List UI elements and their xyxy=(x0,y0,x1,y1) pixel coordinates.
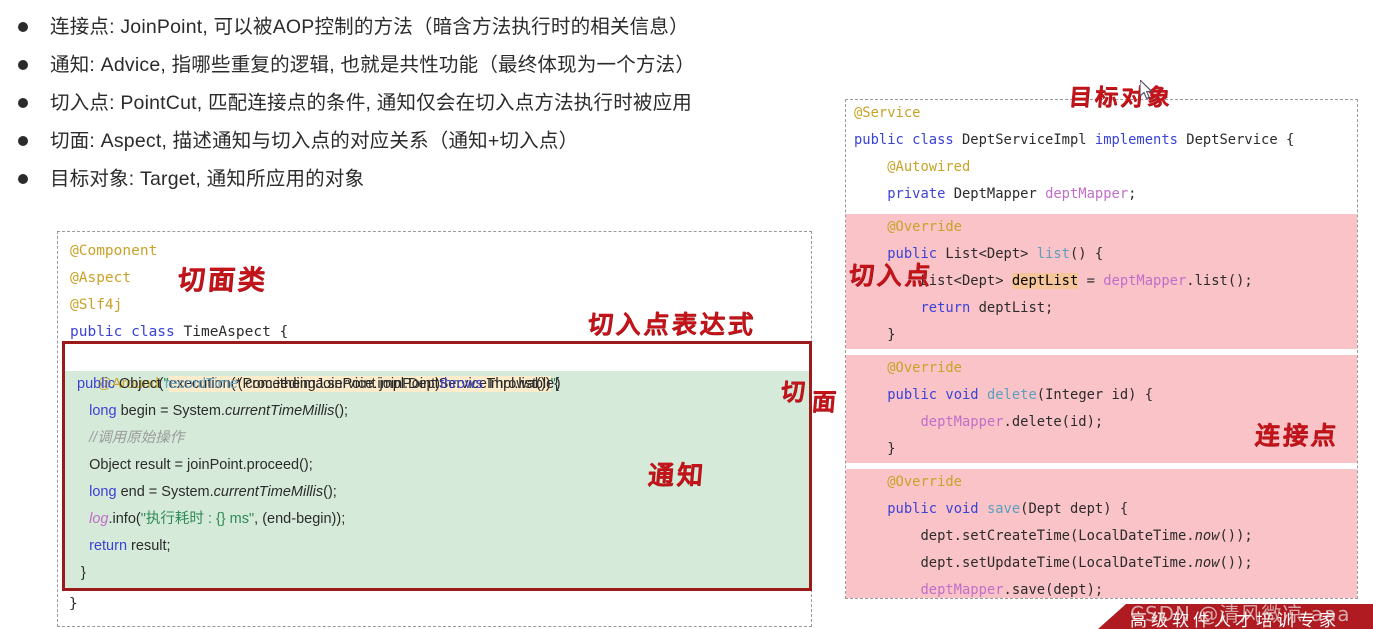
bullet-dot-icon xyxy=(18,60,28,70)
annotation-target-object: 目标对象 xyxy=(1067,85,1174,111)
list-item: 切面: Aspect, 描述通知与切入点的对应关系（通知+切入点） xyxy=(18,124,838,162)
annotation-pointcut: 切入点 xyxy=(847,261,935,290)
code-line-around-annotation: @Around("execution(* com.itheima.service… xyxy=(65,344,809,392)
bullet-dot-icon xyxy=(18,174,28,184)
code-line-begin: long begin = System.currentTimeMillis(); xyxy=(89,403,349,419)
annotation-join-point: 连接点 xyxy=(1253,421,1341,450)
list-item: 目标对象: Target, 通知所应用的对象 xyxy=(18,162,838,200)
code-line-class-decl: public class DeptServiceImpl implements … xyxy=(854,132,1295,148)
list-item: 切入点: PointCut, 匹配连接点的条件, 通知仅会在切入点方法执行时被应… xyxy=(18,86,838,124)
code-line-return-deptlist: return deptList; xyxy=(920,300,1054,316)
code-line-autowired-annotation: @Autowired xyxy=(854,159,971,175)
save-method-block: @Override public void save(Dept dept) { … xyxy=(846,469,1357,598)
code-line-save-body: deptMapper.save(dept); xyxy=(920,582,1104,598)
code-line-log-info: log.info("执行耗时 : {} ms", (end-begin)); xyxy=(89,511,346,527)
service-impl-code-panel: @Service public class DeptServiceImpl im… xyxy=(845,99,1358,599)
bullet-dot-icon xyxy=(18,22,28,32)
bullet-dot-icon xyxy=(18,98,28,108)
list-item: 连接点: JoinPoint, 可以被AOP控制的方法（暗含方法执行时的相关信息… xyxy=(18,10,838,48)
code-line-override-annotation: @Override xyxy=(854,474,962,490)
annotation-aspect-class: 切面类 xyxy=(176,265,270,296)
bullet-text: 切面: Aspect, 描述通知与切入点的对应关系（通知+切入点） xyxy=(50,130,579,152)
csdn-watermark: CSDN @清风微凉 aaa xyxy=(1130,602,1351,626)
code-line-comment: //调用原始操作 xyxy=(73,430,185,446)
code-line-delete-signature: public void delete(Integer id) { xyxy=(887,387,1154,403)
bullet-dot-icon xyxy=(18,136,28,146)
code-line-deptmapper-field: private DeptMapper deptMapper; xyxy=(887,186,1137,202)
code-line-class-close: } xyxy=(69,596,78,612)
code-line-method-close: } xyxy=(73,565,86,581)
list-item: 通知: Advice, 指哪些重复的逻辑, 也就是共性功能（最终体现为一个方法） xyxy=(18,48,838,86)
banner-notch-shape xyxy=(1098,604,1126,629)
annotation-aspect-char-1: 切 xyxy=(779,378,810,406)
concept-bullet-list: 连接点: JoinPoint, 可以被AOP控制的方法（暗含方法执行时的相关信息… xyxy=(18,10,838,200)
code-line-override-annotation: @Override xyxy=(854,219,962,235)
code-line-recordtime-signature: public Object recordTime(ProceedingJoinP… xyxy=(77,376,560,392)
annotation-aspect-char-2: 面 xyxy=(810,388,841,416)
code-line-return-result: return result; xyxy=(89,538,171,554)
code-line-setcreatetime: dept.setCreateTime(LocalDateTime.now()); xyxy=(854,528,1253,544)
bullet-text: 切入点: PointCut, 匹配连接点的条件, 通知仅会在切入点方法执行时被应… xyxy=(50,92,692,114)
code-line-list-close: } xyxy=(854,327,896,343)
bullet-text: 连接点: JoinPoint, 可以被AOP控制的方法（暗含方法执行时的相关信息… xyxy=(50,16,689,38)
annotation-advice: 通知 xyxy=(646,461,708,491)
annotation-pointcut-expression: 切入点表达式 xyxy=(586,310,758,339)
code-line-save-signature: public void save(Dept dept) { xyxy=(887,501,1129,517)
code-line-setupdatetime: dept.setUpdateTime(LocalDateTime.now()); xyxy=(854,555,1253,571)
code-line-component-annotation: @Component xyxy=(70,243,158,259)
mouse-cursor-icon xyxy=(1140,80,1153,100)
code-line-override-annotation: @Override xyxy=(854,360,962,376)
service-header-block: @Service public class DeptServiceImpl im… xyxy=(846,100,1357,214)
bullet-text: 通知: Advice, 指哪些重复的逻辑, 也就是共性功能（最终体现为一个方法） xyxy=(50,54,696,76)
deptlist-highlight: deptList xyxy=(1011,273,1079,289)
bullet-text: 目标对象: Target, 通知所应用的对象 xyxy=(50,168,365,190)
code-line-aspect-annotation: @Aspect xyxy=(70,270,132,286)
